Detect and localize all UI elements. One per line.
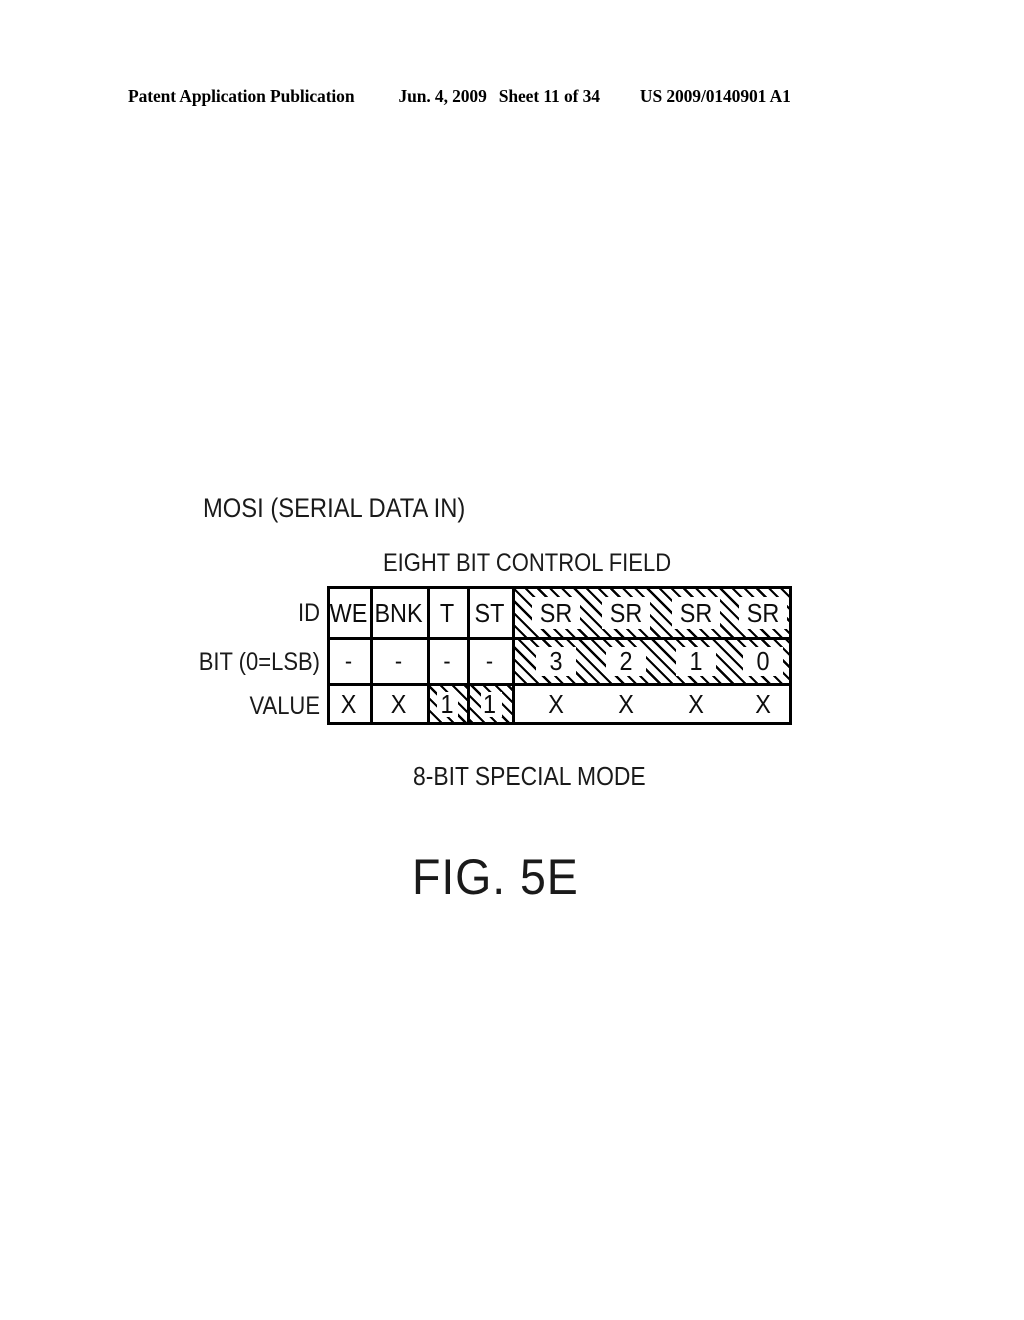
- cell-id-st: ST: [474, 597, 505, 628]
- cell-bit-sr-2: 2: [619, 646, 633, 676]
- cell-id-sr-0: SR: [746, 597, 780, 628]
- cell-id-sr-2: SR: [609, 597, 643, 628]
- cell-value-we: X: [340, 688, 357, 719]
- cell-id-we: WE: [329, 597, 368, 628]
- table-col-divider-4: [512, 586, 515, 722]
- mosi-signal-label: MOSI (SERIAL DATA IN): [203, 493, 466, 523]
- cell-bit-sr-3: 3: [549, 646, 563, 676]
- figure-5e: MOSI (SERIAL DATA IN) EIGHT BIT CONTROL …: [0, 0, 1024, 1320]
- cell-bit-we: -: [344, 647, 353, 675]
- cell-value-sr-1: X: [688, 688, 704, 719]
- cell-value-t: 1: [440, 688, 454, 719]
- cell-value-st: 1: [482, 688, 497, 719]
- cell-value-sr-0: X: [755, 688, 771, 719]
- cell-id-bnk: BNK: [374, 597, 423, 628]
- cell-bit-sr-1: 1: [689, 646, 703, 676]
- row-label-bit: BIT (0=LSB): [198, 648, 320, 676]
- cell-value-sr-3: X: [548, 688, 564, 719]
- cell-bit-st: -: [485, 647, 494, 675]
- cell-bit-t: -: [443, 647, 451, 675]
- row-label-id: ID: [298, 599, 320, 627]
- cell-bit-sr-0: 0: [756, 646, 770, 676]
- cell-id-sr-3: SR: [539, 597, 573, 628]
- cell-id-t: T: [439, 597, 455, 628]
- cell-id-sr-1: SR: [679, 597, 713, 628]
- cell-value-bnk: X: [390, 688, 407, 719]
- cell-bit-bnk: -: [394, 647, 403, 675]
- cell-value-sr-2: X: [618, 688, 634, 719]
- row-label-value: VALUE: [249, 692, 320, 720]
- control-field-table: WE BNK T ST SR SR SR SR - - - - 3 2 1 0 …: [327, 586, 792, 725]
- mode-caption: 8-BIT SPECIAL MODE: [413, 761, 646, 791]
- figure-number-label: FIG. 5E: [412, 849, 579, 905]
- control-field-title: EIGHT BIT CONTROL FIELD: [383, 549, 672, 577]
